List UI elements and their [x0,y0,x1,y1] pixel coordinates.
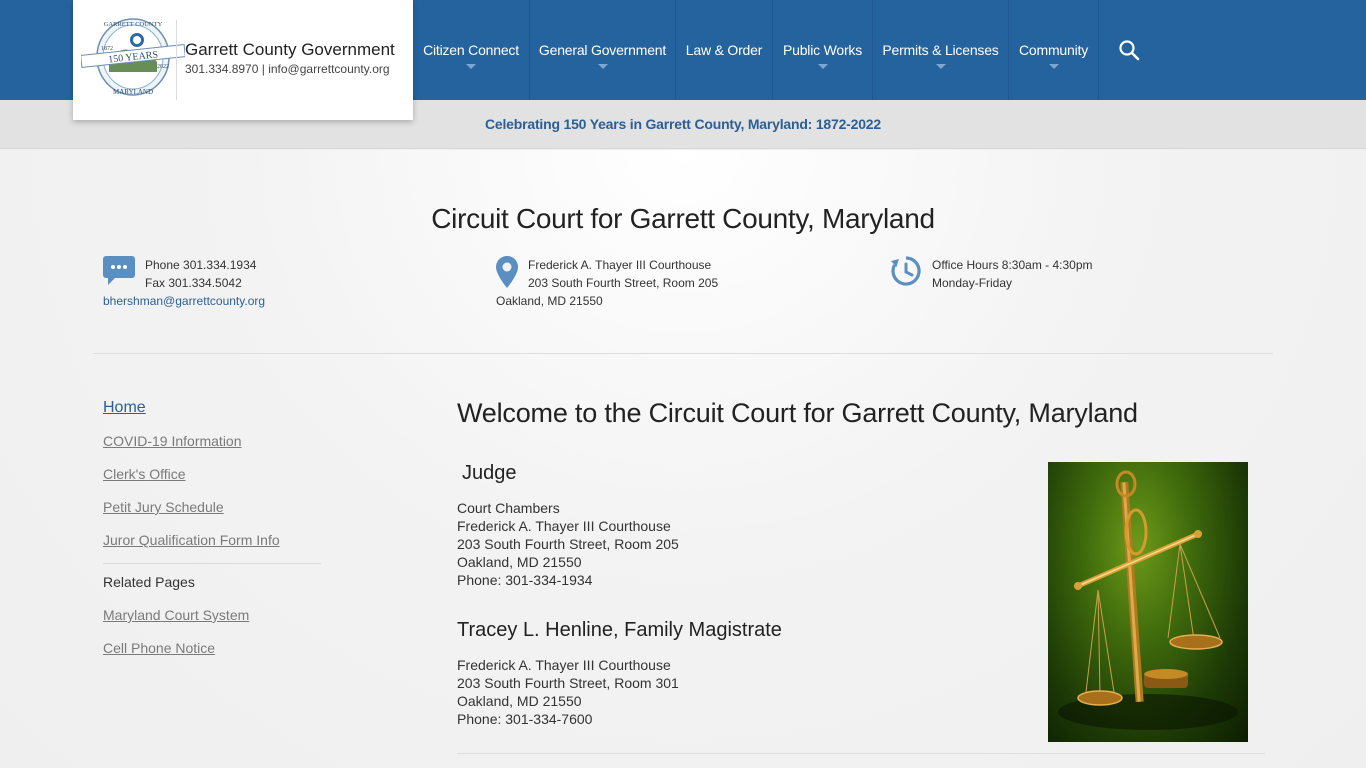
nav-item-label: Community [1019,42,1088,58]
location-pin-icon [496,256,518,288]
scales-of-justice-icon [1058,470,1238,730]
svg-text:2022: 2022 [157,64,169,70]
nav-item-label: Citizen Connect [423,42,519,58]
sidebar-nav: Home COVID-19 Information Clerk's Office… [103,398,323,671]
address-line: Oakland, MD 21550 [457,693,582,709]
chevron-down-icon [466,64,476,69]
contact-email-block: bhershman@garrettcounty.org [103,292,265,310]
chevron-down-icon [1048,64,1059,69]
search-icon [1119,40,1140,61]
org-name: Garrett County Government [185,40,395,59]
nav-item-citizen-connect[interactable]: Citizen Connect [413,0,530,100]
org-contact: 301.334.8970 | info@garrettcounty.org [185,62,390,76]
logo-divider [176,20,177,100]
sidebar-item-home[interactable]: Home [103,398,323,431]
office-hours: Office Hours 8:30am - 4:30pm Monday-Frid… [932,256,1093,292]
court-location: Frederick A. Thayer III Courthouse 203 S… [528,256,718,292]
sidebar-item-clerks-office[interactable]: Clerk's Office [103,464,323,497]
svg-text:MARYLAND: MARYLAND [113,88,153,96]
clock-history-icon [891,256,921,286]
court-building: Frederick A. Thayer III Courthouse [528,258,712,272]
sidebar-item-juror-qualification[interactable]: Juror Qualification Form Info [103,530,323,563]
main-nav: Citizen Connect General Government Law &… [413,0,1159,100]
sidebar-item-petit-jury[interactable]: Petit Jury Schedule [103,497,323,530]
sidebar-item-cell-phone-notice[interactable]: Cell Phone Notice [103,638,323,671]
court-fax: Fax 301.334.5042 [145,276,242,290]
address-line: Phone: 301-334-7600 [457,711,593,727]
office-hours-time: Office Hours 8:30am - 4:30pm [932,258,1093,272]
chevron-down-icon [935,64,946,69]
section-divider [93,353,1273,354]
content-divider [457,753,1265,754]
address-line: 203 South Fourth Street, Room 301 [457,675,679,691]
magistrate-heading: Tracey L. Henline, Family Magistrate [457,619,782,641]
address-line: Phone: 301-334-1934 [457,572,593,588]
sidebar-divider [103,563,321,564]
judge-address: Court Chambers Frederick A. Thayer III C… [457,499,679,589]
nav-item-community[interactable]: Community [1009,0,1099,100]
chat-bubble-icon [103,256,135,285]
address-line: Frederick A. Thayer III Courthouse [457,657,671,673]
nav-item-permits-licenses[interactable]: Permits & Licenses [873,0,1009,100]
nav-item-label: Public Works [782,42,863,58]
sidebar-item-maryland-court-system[interactable]: Maryland Court System [103,605,323,638]
address-line: Court Chambers [457,500,560,516]
chevron-down-icon [817,64,828,69]
sidebar-item-covid-19[interactable]: COVID-19 Information [103,431,323,464]
office-hours-days: Monday-Friday [932,276,1013,290]
top-navigation-bar: 150 YEARS 1872 2022 GARRETT COUNTY MARYL… [0,0,1366,120]
judge-heading: Judge [462,462,517,484]
contact-phone-fax: Phone 301.334.1934 Fax 301.334.5042 [145,256,256,292]
nav-item-label: General Government [538,42,667,58]
scales-of-justice-image [1048,462,1248,742]
court-phone: Phone 301.334.1934 [145,258,257,272]
county-seal-logo: 150 YEARS 1872 2022 GARRETT COUNTY MARYL… [81,18,185,96]
related-pages-heading: Related Pages [103,574,195,590]
site-logo-card[interactable]: 150 YEARS 1872 2022 GARRETT COUNTY MARYL… [73,0,413,120]
magistrate-address: Frederick A. Thayer III Courthouse 203 S… [457,656,679,728]
nav-item-label: Law & Order [685,42,763,58]
nav-item-general-government[interactable]: General Government [530,0,676,100]
banner-text: Celebrating 150 Years in Garrett County,… [485,116,881,132]
nav-item-law-order[interactable]: Law & Order [676,0,773,100]
nav-item-public-works[interactable]: Public Works [773,0,873,100]
svg-text:1872: 1872 [101,46,113,52]
main-heading: Welcome to the Circuit Court for Garrett… [457,398,1138,428]
court-city: Oakland, MD 21550 [496,294,603,308]
svg-text:GARRETT COUNTY: GARRETT COUNTY [104,21,163,28]
court-street: 203 South Fourth Street, Room 205 [528,276,719,290]
nav-item-label: Permits & Licenses [882,42,999,58]
address-line: Frederick A. Thayer III Courthouse [457,518,671,534]
court-city-block: Oakland, MD 21550 [496,292,603,310]
address-line: 203 South Fourth Street, Room 205 [457,536,679,552]
address-line: Oakland, MD 21550 [457,554,582,570]
page-title: Circuit Court for Garrett County, Maryla… [431,203,935,234]
court-email-link[interactable]: bhershman@garrettcounty.org [103,294,265,308]
search-button[interactable] [1099,0,1159,100]
chevron-down-icon [597,64,608,69]
